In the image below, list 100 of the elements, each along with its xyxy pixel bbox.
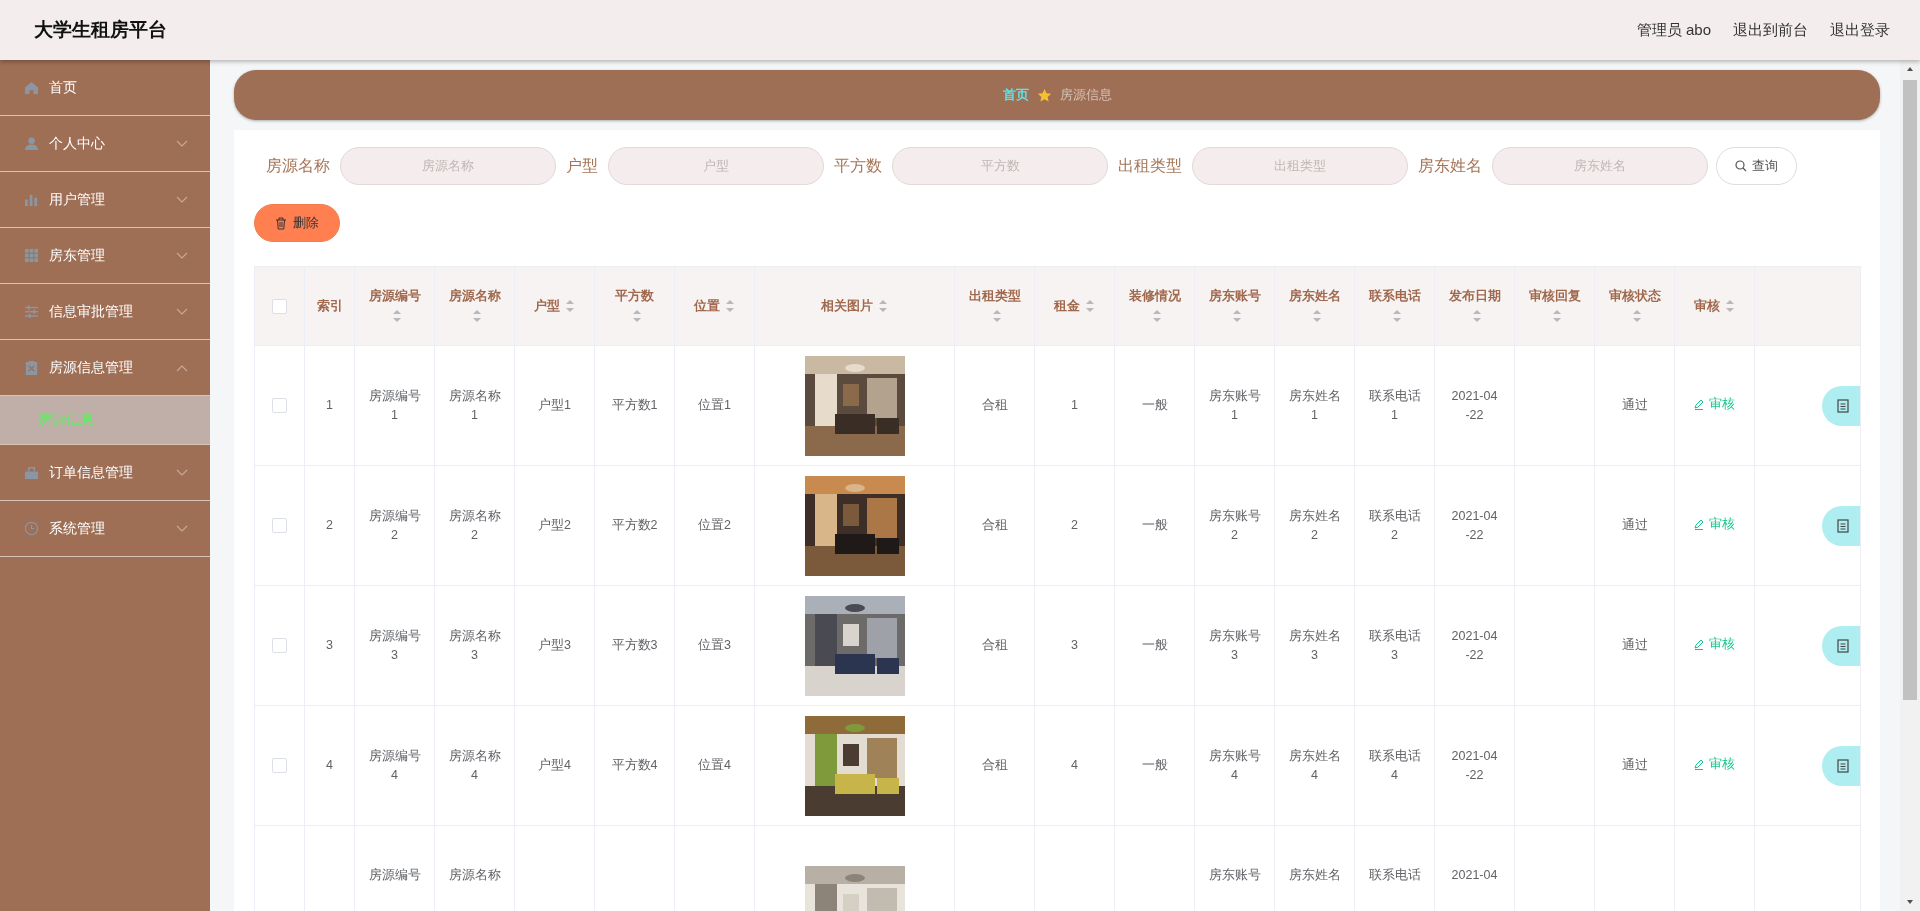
sort-icon[interactable] [1232, 308, 1242, 323]
table-cell: 户型4 [538, 758, 571, 772]
column-header[interactable]: 平方数 [615, 289, 654, 303]
table-cell: 位置2 [698, 518, 731, 532]
table-cell: 位置1 [698, 398, 731, 412]
sort-icon[interactable] [878, 299, 888, 314]
sort-icon[interactable] [1725, 299, 1735, 314]
table-cell: 合租 [981, 758, 1008, 772]
row-index: 3 [326, 638, 333, 652]
details-button[interactable] [1822, 745, 1860, 786]
table-cell: 联系电话1 [1368, 388, 1421, 422]
field-label: 户型 [566, 155, 598, 176]
field-label: 房源名称 [266, 155, 330, 176]
column-header[interactable]: 发布日期 [1448, 289, 1501, 303]
row-checkbox[interactable] [272, 638, 287, 654]
table-cell: 一般 [1141, 638, 1168, 652]
sidebar-item[interactable]: 房东管理 [0, 228, 210, 284]
table-cell: 联系电话3 [1368, 628, 1421, 662]
table-cell: 平方数3 [611, 638, 658, 652]
header-link[interactable]: 退出登录 [1830, 20, 1890, 40]
column-header[interactable]: 租金 [1054, 298, 1080, 313]
clipboard-icon [24, 360, 39, 375]
table-cell: 房源名称3 [448, 628, 501, 662]
column-header[interactable]: 装修情况 [1128, 289, 1181, 303]
field-label: 平方数 [834, 155, 882, 176]
column-header[interactable]: 审核 [1694, 298, 1720, 313]
sort-icon[interactable] [565, 299, 575, 314]
row-checkbox[interactable] [272, 398, 287, 414]
column-header[interactable]: 相关图片 [821, 298, 873, 313]
table-cell: 通过 [1621, 758, 1648, 772]
scrollbar-thumb[interactable] [1903, 80, 1917, 700]
table-cell: 房东账号2 [1208, 508, 1261, 542]
sidebar-item[interactable]: 首页 [0, 60, 210, 116]
column-header[interactable]: 位置 [694, 298, 720, 313]
breadcrumb-item[interactable]: 首页 [1002, 86, 1029, 104]
details-button[interactable] [1822, 505, 1860, 546]
search-button[interactable]: 查询 [1716, 147, 1797, 185]
column-header[interactable]: 房东姓名 [1288, 289, 1341, 303]
review-link[interactable]: 审核 [1694, 395, 1735, 414]
table-cell: 2021-04-22 [1451, 388, 1498, 422]
briefcase-icon [24, 465, 39, 480]
table-cell: 房东账号3 [1208, 628, 1261, 662]
table-cell: 房东姓名1 [1288, 388, 1341, 422]
column-header[interactable]: 房东账号 [1208, 289, 1261, 303]
select-all-checkbox[interactable] [272, 298, 287, 314]
table-cell: 通过 [1621, 398, 1648, 412]
sidebar-item[interactable]: 信息审批管理 [0, 284, 210, 340]
table-cell: 户型2 [538, 518, 571, 532]
sidebar-item[interactable]: 个人中心 [0, 116, 210, 172]
sort-icon[interactable] [1392, 308, 1402, 323]
header-link[interactable]: 退出到前台 [1733, 20, 1808, 40]
table-cell: 4 [1071, 758, 1078, 772]
column-header[interactable]: 出租类型 [968, 289, 1021, 303]
table-cell: 联系电话2 [1368, 508, 1421, 542]
document-icon [1837, 638, 1849, 653]
sort-icon[interactable] [1552, 308, 1562, 323]
sort-icon[interactable] [632, 308, 642, 323]
details-button[interactable] [1822, 625, 1860, 666]
row-index: 4 [326, 758, 333, 772]
table-cell: 2021-04 [1451, 868, 1498, 882]
sort-icon[interactable] [1632, 308, 1642, 323]
column-header[interactable]: 户型 [534, 298, 560, 313]
table-cell: 2021-04-22 [1451, 508, 1498, 542]
table-cell: 房源编号 [368, 868, 421, 882]
column-header[interactable]: 审核状态 [1608, 289, 1661, 303]
delete-button[interactable]: 删除 [254, 204, 340, 242]
sort-icon[interactable] [725, 299, 735, 314]
sidebar-item[interactable]: 用户管理 [0, 172, 210, 228]
home-icon [24, 80, 39, 95]
column-header[interactable]: 房源编号 [368, 289, 421, 303]
details-button[interactable] [1822, 385, 1860, 426]
sort-icon[interactable] [392, 308, 402, 323]
table-cell: 合租 [981, 398, 1008, 412]
review-link[interactable]: 审核 [1694, 635, 1735, 654]
table-cell: 房源名称2 [448, 508, 501, 542]
table-cell: 一般 [1141, 758, 1168, 772]
table-cell: 联系电话 [1368, 868, 1421, 882]
sliders-icon [24, 304, 39, 319]
sort-icon[interactable] [472, 308, 482, 323]
review-link[interactable]: 审核 [1694, 755, 1735, 774]
sort-icon[interactable] [1472, 308, 1482, 323]
sort-icon[interactable] [1085, 299, 1095, 314]
table-cell: 2021-04-22 [1451, 748, 1498, 782]
row-index: 1 [326, 398, 333, 412]
column-header[interactable]: 房源名称 [448, 289, 501, 303]
row-checkbox[interactable] [272, 758, 287, 774]
column-header[interactable]: 审核回复 [1528, 289, 1581, 303]
user-icon [24, 136, 39, 151]
column-header[interactable]: 联系电话 [1368, 289, 1421, 303]
table-cell: 房源名称4 [448, 748, 501, 782]
review-link[interactable]: 审核 [1694, 515, 1735, 534]
sort-icon[interactable] [992, 308, 1002, 323]
row-checkbox[interactable] [272, 518, 287, 534]
sidebar-item[interactable]: 系统管理 [0, 501, 210, 557]
sort-icon[interactable] [1312, 308, 1322, 323]
table-cell: 户型1 [538, 398, 571, 412]
sidebar-item[interactable]: 订单信息管理 [0, 445, 210, 501]
table-cell: 房源名称1 [448, 388, 501, 422]
table-cell: 2 [1071, 518, 1078, 532]
sort-icon[interactable] [1152, 308, 1162, 323]
